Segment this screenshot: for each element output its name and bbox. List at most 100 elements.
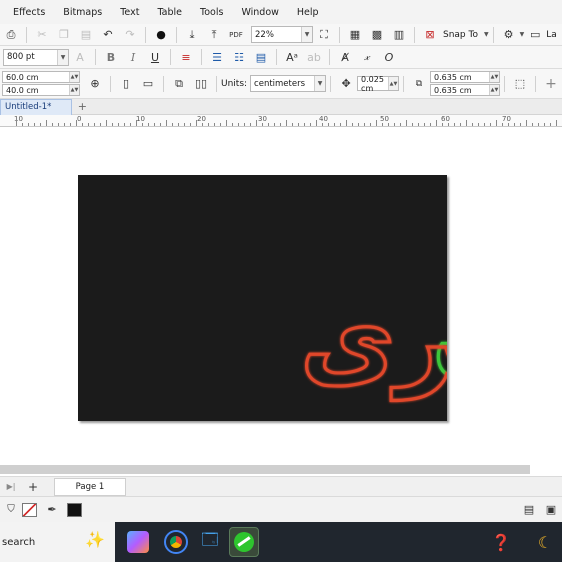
file-explorer-icon[interactable]: 🗔 bbox=[195, 527, 225, 557]
undo-icon[interactable]: ↶ bbox=[99, 26, 117, 44]
page-nav-arrow-icon[interactable]: ▶| bbox=[2, 478, 20, 496]
page-tab[interactable]: Page 1 bbox=[54, 477, 126, 496]
all-pages-icon[interactable]: ⧉ bbox=[170, 75, 188, 93]
menu-bitmaps[interactable]: Bitmaps bbox=[54, 7, 111, 18]
font-size-combo[interactable]: 800 pt ▼ bbox=[3, 48, 69, 66]
spinner-icon[interactable]: ▲▼ bbox=[388, 77, 398, 90]
text-alignment-icon[interactable]: ≡ bbox=[177, 48, 195, 66]
ruler-tick bbox=[310, 123, 311, 126]
fill-bucket-icon[interactable]: ⛉ bbox=[2, 501, 20, 519]
outline-pen-icon[interactable]: ✒ bbox=[43, 501, 61, 519]
copy-icon[interactable]: ❐ bbox=[55, 26, 73, 44]
ruler-label: 60 bbox=[441, 115, 450, 123]
horizontal-ruler[interactable]: 10 0 10 20 30 40 50 60 70 bbox=[0, 115, 562, 127]
spinner-icon[interactable]: ▲▼ bbox=[69, 85, 79, 95]
menu-help[interactable]: Help bbox=[288, 7, 328, 18]
ruler-tick bbox=[502, 123, 503, 126]
show-guidelines-icon[interactable]: ▥ bbox=[390, 26, 408, 44]
document-info-icon[interactable]: ▤ bbox=[520, 501, 538, 519]
copilot-icon[interactable] bbox=[127, 531, 149, 553]
launch-icon[interactable]: ▭ bbox=[526, 26, 544, 44]
landscape-icon[interactable]: ▭ bbox=[139, 75, 157, 93]
chrome-icon[interactable] bbox=[161, 527, 191, 557]
cut-icon[interactable]: ✂ bbox=[33, 26, 51, 44]
menu-bar: Effects Bitmaps Text Table Tools Window … bbox=[0, 0, 562, 24]
show-rulers-icon[interactable]: ▦ bbox=[346, 26, 364, 44]
variable-font-icon[interactable]: O bbox=[380, 48, 398, 66]
add-page-icon[interactable]: + bbox=[24, 478, 42, 496]
snap-to-dropdown[interactable]: Snap To bbox=[443, 30, 478, 40]
help-icon[interactable]: ❓ bbox=[486, 527, 516, 557]
numbered-list-icon[interactable]: ☷ bbox=[230, 48, 248, 66]
launch-button[interactable]: La bbox=[546, 30, 557, 40]
weather-moon-icon[interactable]: ☾ bbox=[530, 527, 560, 557]
publish-pdf-icon[interactable]: PDF bbox=[227, 26, 245, 44]
document-tab[interactable]: Untitled-1* bbox=[0, 98, 73, 115]
status-icon[interactable]: ▣ bbox=[542, 501, 560, 519]
ruler-tick bbox=[478, 123, 479, 126]
options-gear-icon[interactable]: ⚙ bbox=[500, 26, 518, 44]
ruler-tick bbox=[40, 123, 41, 126]
text-direction-icon[interactable]: Ⱥ bbox=[336, 48, 354, 66]
treat-as-filled-icon[interactable]: ⬚ bbox=[511, 75, 529, 93]
full-screen-icon[interactable]: ⛶ bbox=[315, 26, 333, 44]
horizontal-scrollbar[interactable] bbox=[0, 465, 530, 474]
show-grid-icon[interactable]: ▩ bbox=[368, 26, 386, 44]
export-icon[interactable]: ⤒ bbox=[205, 26, 223, 44]
duplicate-y-field[interactable]: 0.635 cm ▲▼ bbox=[430, 84, 500, 96]
print-icon[interactable]: ⎙ bbox=[2, 26, 20, 44]
outline-color-swatch[interactable] bbox=[67, 502, 82, 517]
coreldraw-taskbar-icon[interactable] bbox=[229, 527, 259, 557]
bold-button[interactable]: B bbox=[102, 48, 120, 66]
redo-icon[interactable]: ↷ bbox=[121, 26, 139, 44]
menu-window[interactable]: Window bbox=[232, 7, 287, 18]
menu-table[interactable]: Table bbox=[148, 7, 191, 18]
import-icon[interactable]: ⤓ bbox=[183, 26, 201, 44]
opentype-icon[interactable]: 𝓍 bbox=[358, 48, 376, 66]
portrait-icon[interactable]: ▯ bbox=[117, 75, 135, 93]
red-neon-text[interactable]: روسری bbox=[298, 276, 447, 402]
duplicate-x-field[interactable]: 0.635 cm ▲▼ bbox=[430, 71, 500, 83]
font-size-scale-icon[interactable]: A bbox=[71, 48, 89, 66]
no-fill-swatch[interactable] bbox=[22, 502, 37, 517]
edit-text-icon[interactable]: ab bbox=[305, 48, 323, 66]
nudge-distance-field[interactable]: 0.025 cm ▲▼ bbox=[357, 75, 399, 93]
page-width-field[interactable]: 60.0 cm ▲▼ bbox=[2, 71, 80, 83]
duplicate-distance-icon: ⧉ bbox=[415, 78, 423, 89]
design-page[interactable]: شال روسری bbox=[78, 175, 447, 421]
ruler-tick bbox=[496, 120, 497, 126]
menu-tools[interactable]: Tools bbox=[191, 7, 232, 18]
spinner-icon[interactable]: ▲▼ bbox=[489, 85, 499, 95]
windows-taskbar: search ✨ 🗔 ❓ ☾ bbox=[0, 522, 562, 562]
menu-text[interactable]: Text bbox=[111, 7, 148, 18]
ruler-tick bbox=[184, 123, 185, 126]
zoom-level-combo[interactable]: 22% ▼ bbox=[251, 26, 313, 43]
ruler-tick bbox=[88, 123, 89, 126]
drawing-canvas[interactable]: شال روسری bbox=[0, 128, 562, 464]
chevron-down-icon: ▼ bbox=[301, 27, 312, 42]
new-tab-icon[interactable]: + bbox=[74, 100, 90, 114]
ruler-tick bbox=[382, 123, 383, 126]
current-page-icon[interactable]: ▯▯ bbox=[192, 75, 210, 93]
add-icon[interactable]: + bbox=[542, 75, 560, 93]
taskbar-search-box[interactable]: search ✨ bbox=[0, 522, 115, 562]
paste-icon[interactable]: ▤ bbox=[77, 26, 95, 44]
ruler-tick bbox=[208, 123, 209, 126]
orientation-icon[interactable]: ⊕ bbox=[86, 75, 104, 93]
text-properties-icon[interactable]: Aᵃ bbox=[283, 48, 301, 66]
italic-button[interactable]: I bbox=[124, 48, 142, 66]
spinner-icon[interactable]: ▲▼ bbox=[69, 72, 79, 82]
snap-icon[interactable]: ⊠ bbox=[421, 26, 439, 44]
underline-button[interactable]: U bbox=[146, 48, 164, 66]
ruler-tick bbox=[76, 120, 77, 126]
ruler-tick bbox=[460, 123, 461, 126]
ruler-tick bbox=[28, 123, 29, 126]
page-height-field[interactable]: 40.0 cm ▲▼ bbox=[2, 84, 80, 96]
nudge-icon: ✥ bbox=[341, 77, 351, 90]
bullet-list-icon[interactable]: ☰ bbox=[208, 48, 226, 66]
menu-effects[interactable]: Effects bbox=[4, 7, 54, 18]
spinner-icon[interactable]: ▲▼ bbox=[489, 72, 499, 82]
drop-cap-icon[interactable]: ▤ bbox=[252, 48, 270, 66]
corel-connect-icon[interactable]: ● bbox=[152, 26, 170, 44]
units-combo[interactable]: centimeters ▼ bbox=[250, 75, 327, 92]
